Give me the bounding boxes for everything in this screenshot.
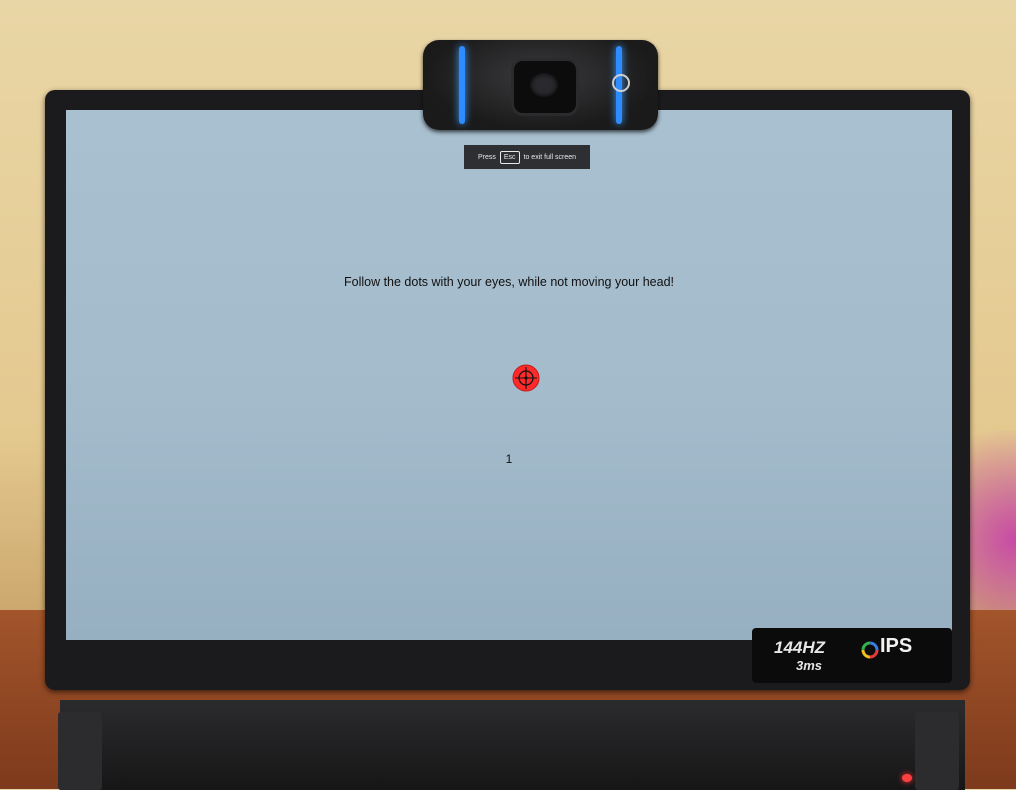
webcam-logo-icon bbox=[612, 74, 630, 92]
laptop-hinge bbox=[60, 700, 965, 790]
monitor-spec-badge: 144HZ 3ms IPS bbox=[752, 628, 952, 683]
fullscreen-notice-suffix: to exit full screen bbox=[523, 153, 577, 161]
refresh-rate-label: 144HZ bbox=[774, 638, 826, 657]
hinge-right bbox=[915, 712, 959, 790]
calibration-screen: Press Esc to exit full screen Follow the… bbox=[66, 110, 952, 640]
hinge-left bbox=[58, 712, 102, 790]
target-center bbox=[524, 376, 528, 380]
calibration-target-icon[interactable] bbox=[512, 364, 540, 392]
power-led bbox=[902, 774, 912, 782]
fullscreen-notice: Press Esc to exit full screen bbox=[464, 145, 590, 169]
fullscreen-notice-press: Press bbox=[477, 153, 496, 161]
calibration-point-counter: 1 bbox=[505, 452, 513, 466]
panel-type-label: IPS bbox=[880, 635, 913, 657]
webcam-lens bbox=[511, 58, 579, 116]
webcam-led-left bbox=[459, 46, 465, 124]
esc-key: Esc bbox=[499, 150, 520, 164]
color-ring-icon bbox=[861, 641, 879, 659]
calibration-instruction: Follow the dots with your eyes, while no… bbox=[343, 275, 675, 289]
webcam bbox=[423, 40, 658, 130]
response-time-label: 3ms bbox=[796, 658, 823, 673]
